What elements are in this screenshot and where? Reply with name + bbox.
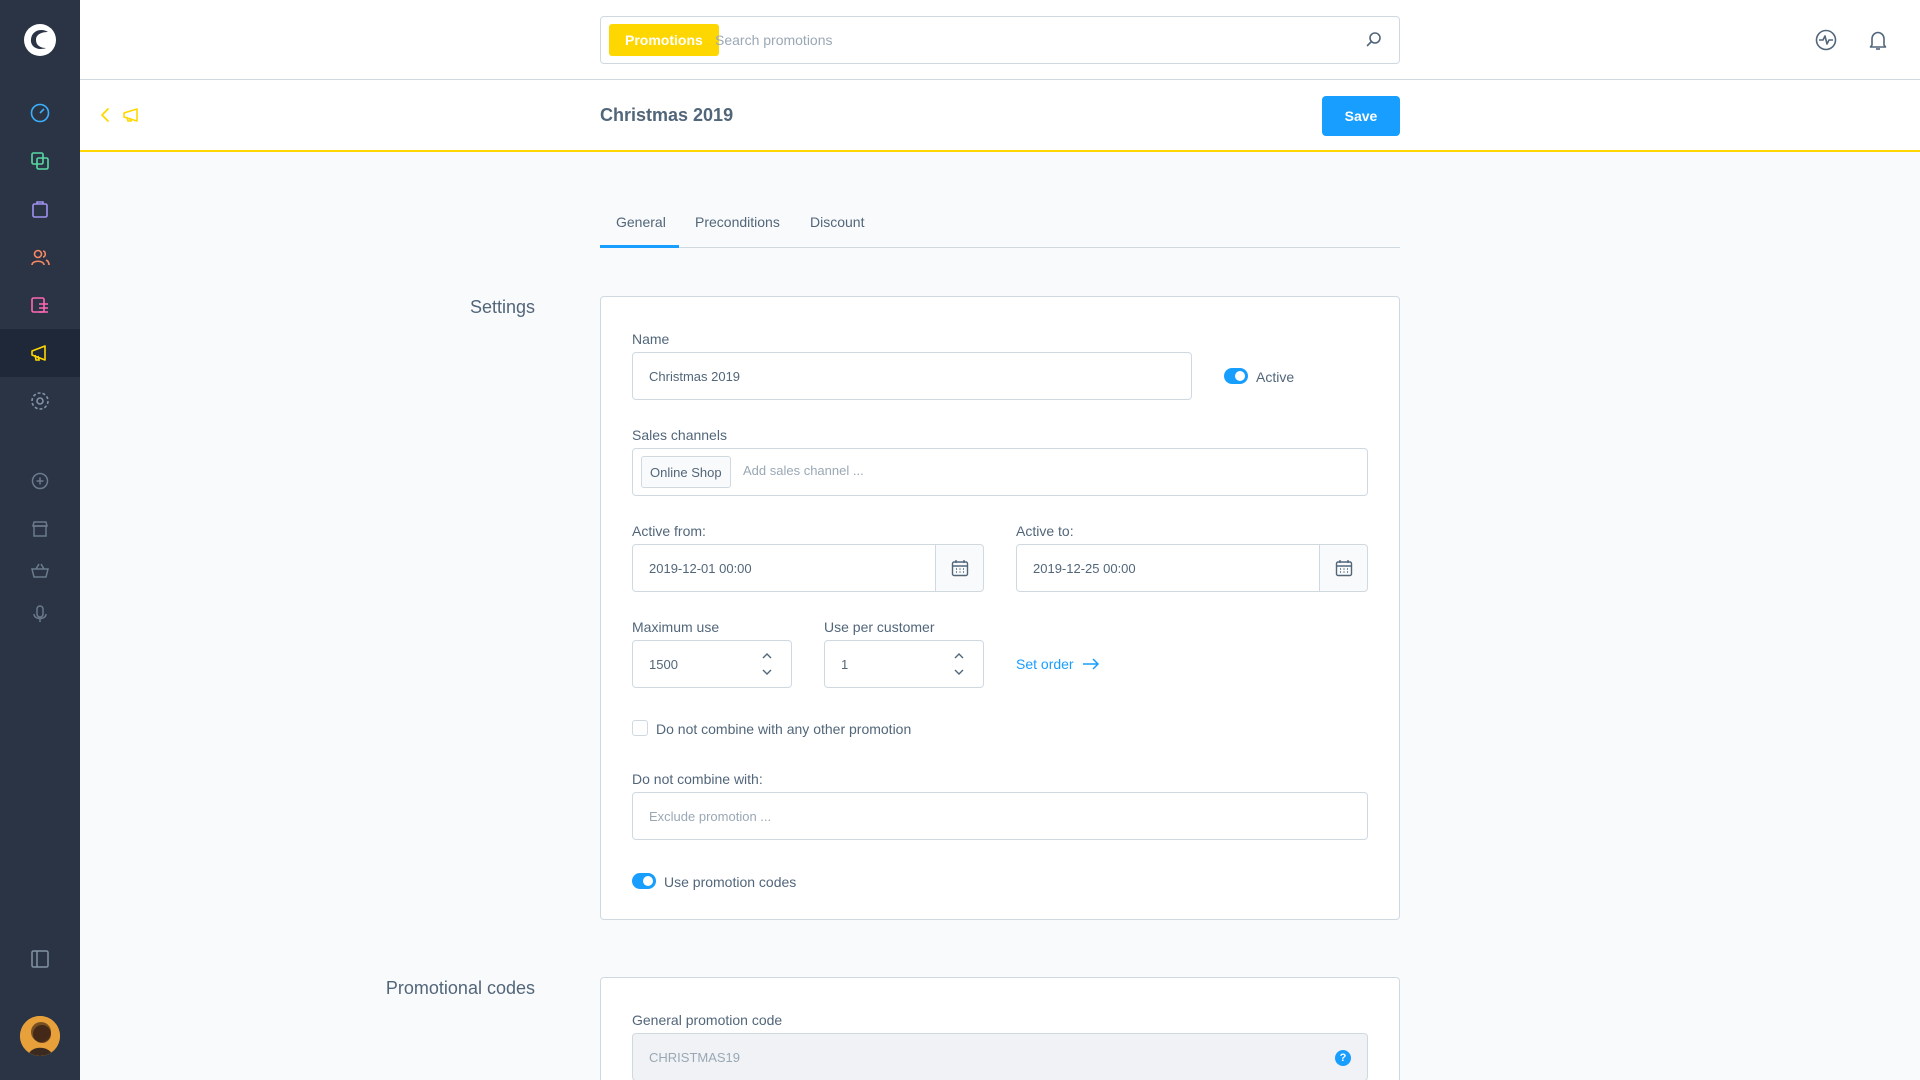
page-title: Christmas 2019 [600,105,734,125]
sales-channel-chip[interactable]: Online Shop [641,456,731,488]
active-tab-indicator [600,245,679,248]
sidebar [0,0,80,1080]
active-from-label: Active from: [632,523,706,539]
store-icon [32,521,48,537]
collapse-sidebar-icon [31,950,49,968]
max-use-value: 1500 [649,656,678,672]
tabs: General Preconditions Discount [600,200,1400,248]
sidebar-item-content[interactable] [0,281,80,329]
use-per-customer-input[interactable]: 1 [824,640,984,688]
sidebar-collapse-toggle[interactable] [0,935,80,983]
sales-channels-label: Sales channels [632,427,727,443]
active-to-input[interactable]: 2019-12-25 00:00 [1016,544,1368,592]
customers-icon [31,249,50,266]
use-promotion-codes-toggle[interactable] [632,873,656,889]
bell-icon[interactable] [1866,28,1890,52]
promotional-codes-card: General promotion code CHRISTMAS19 ? [600,977,1400,1080]
general-code-value: CHRISTMAS19 [649,1049,741,1065]
max-use-input[interactable]: 1500 [632,640,792,688]
marketing-icon [31,345,46,361]
orders-icon [32,201,48,218]
top-bar: Promotions [80,0,1920,80]
settings-section-title: Settings [469,297,535,317]
sales-channels-select[interactable]: Online Shop Add sales channel ... [632,448,1368,496]
no-combine-label: Do not combine with any other promotion [656,721,912,737]
sidebar-item-catalogues[interactable] [0,137,80,185]
stepper-arrows-icon[interactable] [953,649,965,679]
search-input[interactable] [715,25,1335,55]
do-not-combine-with-label: Do not combine with: [632,771,763,787]
search-module-tag[interactable]: Promotions [609,24,719,56]
catalogues-icon [31,152,49,170]
sidebar-item-store[interactable] [0,505,80,553]
calendar-icon [951,560,968,577]
use-per-customer-label: Use per customer [824,619,935,635]
active-to-value: 2019-12-25 00:00 [1033,560,1136,576]
activity-icon[interactable] [1814,28,1838,52]
sidebar-item-customers[interactable] [0,233,80,281]
settings-icon [31,392,49,410]
no-combine-checkbox[interactable] [632,720,648,736]
marketing-module-icon [123,108,138,122]
dashboard-icon [30,103,50,123]
sidebar-item-add[interactable] [0,457,80,505]
plus-circle-icon [31,472,49,490]
active-toggle[interactable] [1224,368,1248,384]
sidebar-item-settings[interactable] [0,377,80,425]
microphone-icon [33,605,47,622]
stepper-arrows-icon[interactable] [761,649,773,679]
use-promotion-codes-label: Use promotion codes [664,874,797,890]
content-icon [31,297,48,313]
sidebar-item-microphone[interactable] [0,590,80,638]
general-code-input[interactable]: CHRISTMAS19 ? [632,1033,1368,1080]
basket-icon [31,563,49,578]
max-use-label: Maximum use [632,619,720,635]
tab-discount[interactable]: Discount [810,214,864,230]
sidebar-item-orders[interactable] [0,185,80,233]
tab-general[interactable]: General [616,214,666,230]
sidebar-item-marketing[interactable] [0,329,80,377]
active-from-input[interactable]: 2019-12-01 00:00 [632,544,984,592]
name-input[interactable]: Christmas 2019 [632,352,1192,400]
global-search: Promotions [600,16,1400,64]
active-label: Active [1256,369,1295,385]
tab-preconditions[interactable]: Preconditions [695,214,780,230]
general-code-label: General promotion code [632,1012,783,1028]
exclude-promotion-input[interactable]: Exclude promotion ... [632,792,1368,840]
sidebar-item-basket[interactable] [0,547,80,595]
sidebar-item-dashboard[interactable] [0,89,80,137]
active-from-value: 2019-12-01 00:00 [649,560,752,576]
sales-channel-placeholder: Add sales channel ... [743,463,864,478]
arrow-right-icon [1082,658,1099,670]
smart-bar: Christmas 2019 Save [80,80,1920,152]
promotional-codes-section-title: Promotional codes [385,978,535,998]
shopware-logo[interactable] [20,20,60,60]
set-order-label: Set order [1016,656,1074,672]
chevron-left-icon[interactable] [96,106,114,124]
settings-card: Name Christmas 2019 Active Sales channel… [600,296,1400,920]
active-from-calendar-button[interactable] [935,545,983,591]
save-button[interactable]: Save [1322,96,1400,136]
help-icon[interactable]: ? [1335,1050,1351,1066]
set-order-link[interactable]: Set order [1016,656,1100,672]
avatar[interactable] [20,1016,60,1056]
calendar-icon [1335,560,1352,577]
use-per-customer-value: 1 [841,656,849,672]
active-to-label: Active to: [1016,523,1074,539]
active-to-calendar-button[interactable] [1319,545,1367,591]
search-icon[interactable] [1365,31,1383,49]
name-label: Name [632,331,670,347]
